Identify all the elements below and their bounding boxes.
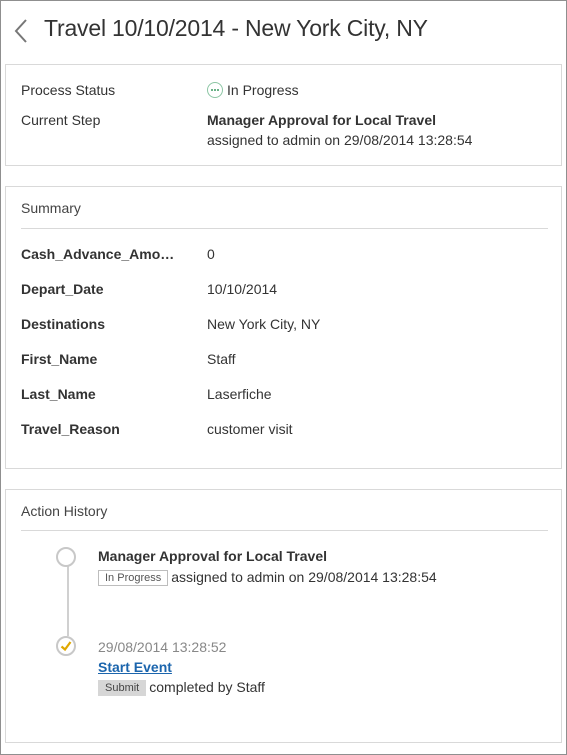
summary-value: 10/10/2014 bbox=[207, 281, 278, 297]
summary-value: customer visit bbox=[207, 421, 293, 437]
check-icon bbox=[56, 636, 76, 656]
process-status-text: In Progress bbox=[227, 82, 299, 98]
history-item-title: Manager Approval for Local Travel bbox=[98, 548, 327, 564]
process-status-card: Process Status In Progress Current Step … bbox=[5, 64, 562, 166]
process-status-value: In Progress bbox=[207, 82, 299, 98]
process-status-label: Process Status bbox=[21, 82, 116, 98]
summary-value: New York City, NY bbox=[207, 316, 321, 332]
summary-key: Last_Name bbox=[21, 386, 96, 402]
summary-key: Destinations bbox=[21, 316, 106, 332]
summary-key: First_Name bbox=[21, 351, 98, 367]
summary-key: Travel_Reason bbox=[21, 421, 120, 437]
history-item-detail-row: Submit completed by Staff bbox=[98, 679, 265, 696]
history-item-timestamp: 29/08/2014 13:28:52 bbox=[98, 639, 227, 655]
summary-value: 0 bbox=[207, 246, 215, 262]
summary-key: Depart_Date bbox=[21, 281, 104, 297]
summary-key: Cash_Advance_Amo… bbox=[21, 246, 175, 262]
history-item-detail-row: In Progress assigned to admin on 29/08/20… bbox=[98, 569, 437, 586]
summary-value: Laserfiche bbox=[207, 386, 272, 402]
history-item-detail: assigned to admin on 29/08/2014 13:28:54 bbox=[171, 569, 437, 585]
summary-card: Summary Cash_Advance_Amo… 0 Depart_Date … bbox=[5, 186, 562, 469]
chevron-left-icon bbox=[14, 19, 27, 43]
status-badge: Submit bbox=[98, 680, 147, 696]
start-event-link[interactable]: Start Event bbox=[98, 659, 172, 675]
status-badge: In Progress bbox=[98, 570, 169, 586]
back-button[interactable] bbox=[11, 17, 31, 45]
action-history-divider bbox=[21, 530, 548, 531]
timeline-line bbox=[67, 556, 69, 636]
history-item-title: Start Event bbox=[98, 659, 172, 675]
history-item-detail: completed by Staff bbox=[149, 679, 265, 695]
current-step-name: Manager Approval for Local Travel bbox=[207, 112, 436, 128]
in-progress-icon bbox=[207, 82, 223, 98]
current-step-detail: assigned to admin on 29/08/2014 13:28:54 bbox=[207, 132, 473, 148]
page-title: Travel 10/10/2014 - New York City, NY bbox=[44, 15, 428, 41]
summary-value: Staff bbox=[207, 351, 236, 367]
summary-divider bbox=[21, 228, 548, 229]
summary-title: Summary bbox=[21, 200, 81, 216]
action-history-title: Action History bbox=[21, 503, 108, 519]
page-header: Travel 10/10/2014 - New York City, NY bbox=[1, 1, 566, 59]
current-step-label: Current Step bbox=[21, 112, 101, 128]
action-history-card: Action History Manager Approval for Loca… bbox=[5, 489, 562, 743]
timeline-pending-icon bbox=[56, 547, 76, 567]
